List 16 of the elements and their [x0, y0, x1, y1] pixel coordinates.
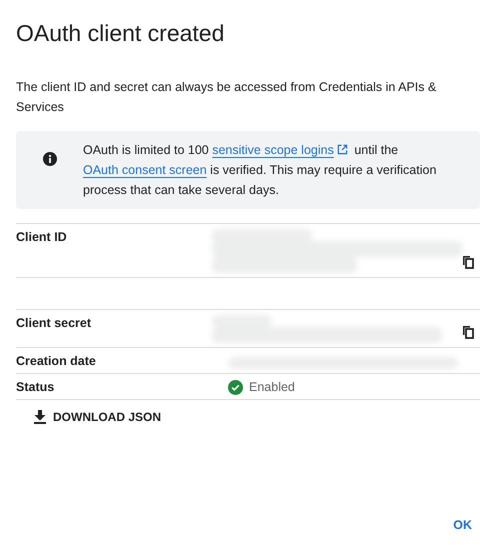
download-json-button[interactable]: DOWNLOAD JSON: [30, 406, 165, 428]
notice-text: OAuth is limited to 100 sensitive scope logins until the OAuth consent screen is verified. This may require a verification process that can take several days.: [83, 142, 438, 199]
info-icon: [43, 152, 57, 166]
status-text: Enabled: [249, 380, 295, 394]
field-label: Client secret: [16, 315, 92, 332]
field-label: Creation date: [16, 353, 97, 369]
copy-icon[interactable]: [462, 325, 474, 339]
consent-screen-link[interactable]: OAuth consent screen: [83, 163, 207, 177]
sensitive-scope-link[interactable]: sensitive scope logins: [212, 143, 334, 157]
field-label: Client ID: [16, 229, 68, 246]
description-text: The client ID and secret can always be accessed from Credentials in APIs & Services: [16, 79, 438, 116]
download-icon: [34, 410, 46, 424]
ok-button[interactable]: OK: [445, 514, 480, 536]
copy-icon[interactable]: [462, 255, 474, 269]
field-label: Status: [16, 379, 56, 395]
dialog-title: OAuth client created: [16, 20, 226, 47]
